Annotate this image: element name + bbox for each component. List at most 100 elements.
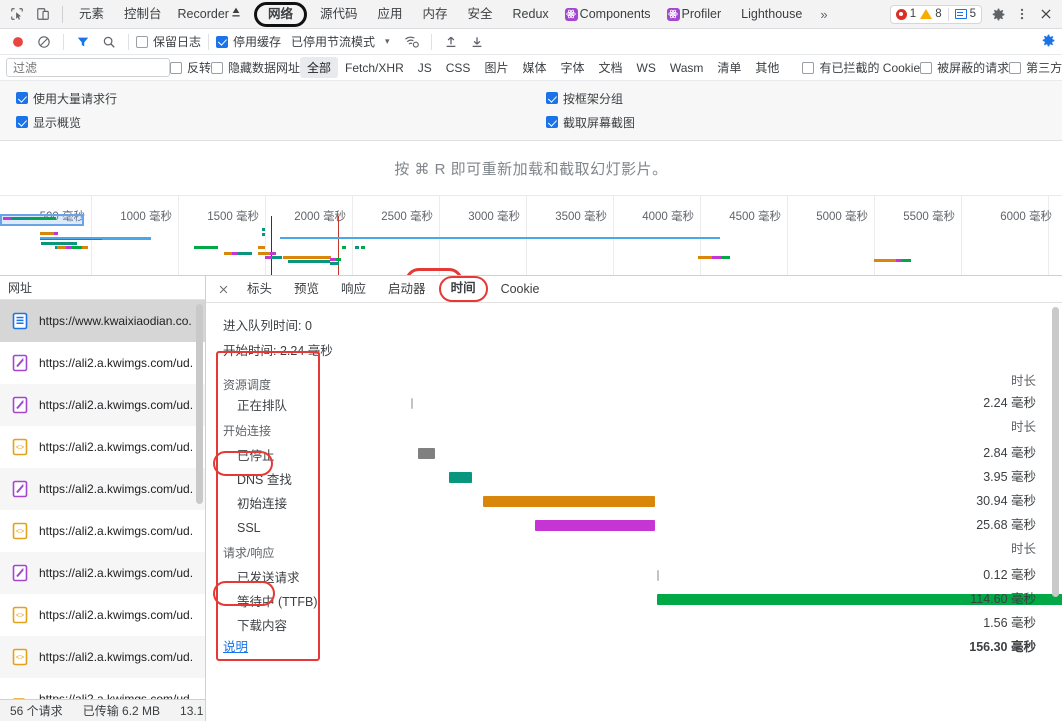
filter-type-manifest[interactable]: 清单 <box>710 57 748 78</box>
list-item[interactable]: https://ali2.a.kwimgs.com/ud. <box>0 552 205 594</box>
warning-count: 8 <box>935 8 942 20</box>
list-item[interactable]: https://ali2.a.kwimgs.com/ud. <box>0 678 205 699</box>
timing-item-duration: 114.60 毫秒 <box>970 592 1036 606</box>
hide-data-urls-checkbox[interactable]: 隐藏数据网址 <box>211 59 300 76</box>
timing-group-header-row: 请求/响应 时长 <box>206 537 1062 563</box>
timing-item-duration: 0.12 毫秒 <box>983 568 1036 582</box>
show-overview-checkbox[interactable]: 显示概览 <box>16 114 546 131</box>
timing-row: 下载内容 1.56 毫秒 <box>206 611 1062 635</box>
overview-selection-window[interactable] <box>0 214 84 226</box>
search-icon[interactable] <box>97 31 121 53</box>
tab-security[interactable]: 安全 <box>458 2 503 26</box>
tab-network[interactable]: 网络 <box>253 1 307 27</box>
checkbox-box <box>170 61 182 74</box>
network-conditions-icon[interactable] <box>400 31 424 53</box>
blocked-requests-checkbox[interactable]: 被屏蔽的请求 <box>920 59 1009 76</box>
detail-scrollbar[interactable] <box>1052 307 1059 597</box>
filter-type-css[interactable]: CSS <box>439 59 478 77</box>
filter-type-img[interactable]: 图片 <box>477 57 515 78</box>
invert-checkbox[interactable]: 反转 <box>170 59 211 76</box>
close-icon[interactable] <box>1034 2 1058 26</box>
timing-bar-stalled <box>418 448 435 459</box>
issue-counters[interactable]: 1 8 5 <box>889 4 982 24</box>
device-toolbar-icon[interactable] <box>30 2 56 26</box>
blocked-cookies-label: 有已拦截的 Cookie <box>819 61 921 75</box>
tab-overflow-button[interactable]: » <box>812 7 835 22</box>
sidebar-scrollbar[interactable] <box>196 304 203 504</box>
more-vertical-icon[interactable] <box>1010 2 1034 26</box>
document-icon <box>10 309 30 333</box>
checkbox-box <box>211 61 224 74</box>
tab-recorder[interactable]: Recorder <box>172 2 251 26</box>
big-request-rows-checkbox[interactable]: 使用大量请求行 <box>16 90 546 107</box>
filter-input[interactable] <box>6 58 170 77</box>
overview-tick-label: 5000 毫秒 <box>816 211 868 223</box>
filter-type-ws[interactable]: WS <box>630 59 663 77</box>
warning-counter[interactable]: 8 <box>920 8 942 20</box>
tab-cookies[interactable]: Cookie <box>490 278 551 301</box>
inspect-element-icon[interactable] <box>4 2 30 26</box>
group-by-frame-checkbox[interactable]: 按框架分组 <box>546 90 623 107</box>
network-settings-gear-icon[interactable] <box>1041 33 1056 51</box>
tab-lighthouse[interactable]: Lighthouse <box>731 2 812 26</box>
capture-screenshots-checkbox[interactable]: 截取屏幕截图 <box>546 114 635 131</box>
tab-components[interactable]: Components <box>559 2 661 26</box>
list-item[interactable]: https://ali2.a.kwimgs.com/ud. <box>0 384 205 426</box>
filter-type-wasm[interactable]: Wasm <box>663 59 711 77</box>
message-counter[interactable]: 5 <box>954 8 976 20</box>
filter-type-doc[interactable]: 文档 <box>591 57 629 78</box>
filter-type-all[interactable]: 全部 <box>300 57 339 78</box>
list-item[interactable]: https://ali2.a.kwimgs.com/ud. <box>0 342 205 384</box>
tab-response[interactable]: 响应 <box>330 278 377 301</box>
timing-item-duration: 2.24 毫秒 <box>983 396 1036 410</box>
script-icon: <> <box>10 435 30 459</box>
tab-elements[interactable]: 元素 <box>69 2 114 26</box>
timing-row: 已发送请求 0.12 毫秒 <box>206 563 1062 587</box>
network-overview[interactable]: 500 毫秒 1000 毫秒 1500 毫秒 2000 毫秒 2500 毫秒 3… <box>0 196 1062 276</box>
clear-button[interactable] <box>32 31 56 53</box>
network-status-bar: 56 个请求 已传输 6.2 MB 13.1 M <box>0 699 205 721</box>
tab-redux[interactable]: Redux <box>503 2 559 26</box>
tab-preview[interactable]: 预览 <box>283 278 330 301</box>
filter-type-js[interactable]: JS <box>411 59 439 77</box>
export-har-icon[interactable] <box>465 31 489 53</box>
list-item[interactable]: https://www.kwaixiaodian.co. <box>0 300 205 342</box>
gear-icon[interactable] <box>986 2 1010 26</box>
list-item[interactable]: https://ali2.a.kwimgs.com/ud. <box>0 468 205 510</box>
list-item[interactable]: <> https://ali2.a.kwimgs.com/ud. <box>0 594 205 636</box>
overview-tick-label: 3500 毫秒 <box>555 211 607 223</box>
tab-console[interactable]: 控制台 <box>114 2 172 26</box>
blocked-cookies-checkbox[interactable]: 有已拦截的 Cookie <box>802 59 920 76</box>
timing-row: 初始连接 30.94 毫秒 <box>206 489 1062 513</box>
disable-cache-checkbox[interactable]: 停用缓存 <box>216 33 281 50</box>
timing-row: SSL 25.68 毫秒 <box>206 513 1062 537</box>
record-button[interactable] <box>6 31 30 53</box>
list-item[interactable]: <> https://ali2.a.kwimgs.com/ud. <box>0 636 205 678</box>
filter-type-media[interactable]: 媒体 <box>515 57 553 78</box>
filter-type-other[interactable]: 其他 <box>748 57 786 78</box>
tab-application[interactable]: 应用 <box>367 2 412 26</box>
import-har-icon[interactable] <box>439 31 463 53</box>
requests-list[interactable]: https://www.kwaixiaodian.co. https://ali… <box>0 300 205 699</box>
tab-profiler[interactable]: Profiler <box>661 2 732 26</box>
throttling-select[interactable]: 已停用节流模式 <box>291 33 375 50</box>
timing-view: 进入队列时间: 0 开始时间: 2.24 毫秒 资源调度 时长 正在排队 2.2… <box>206 303 1062 721</box>
tab-timing[interactable]: 时间 <box>438 276 488 302</box>
tab-headers[interactable]: 标头 <box>236 278 283 301</box>
error-counter[interactable]: 1 <box>895 8 916 20</box>
filter-type-fetch-xhr[interactable]: Fetch/XHR <box>338 59 411 77</box>
tab-initiator[interactable]: 启动器 <box>377 278 437 301</box>
filter-icon[interactable] <box>71 31 95 53</box>
tab-sources[interactable]: 源代码 <box>310 2 368 26</box>
explanation-link[interactable]: 说明 <box>223 635 248 659</box>
close-icon[interactable] <box>210 278 236 300</box>
requests-column-header[interactable]: 网址 <box>0 276 205 300</box>
preserve-log-checkbox[interactable]: 保留日志 <box>136 33 201 50</box>
timing-group-header-row: 开始连接 时长 <box>206 415 1062 441</box>
chevron-down-icon[interactable]: ▾ <box>385 36 390 47</box>
tab-memory[interactable]: 内存 <box>413 2 458 26</box>
filter-type-font[interactable]: 字体 <box>553 57 591 78</box>
third-party-checkbox[interactable]: 第三方请求 <box>1009 59 1062 76</box>
list-item[interactable]: <> https://ali2.a.kwimgs.com/ud. <box>0 426 205 468</box>
list-item[interactable]: <> https://ali2.a.kwimgs.com/ud. <box>0 510 205 552</box>
